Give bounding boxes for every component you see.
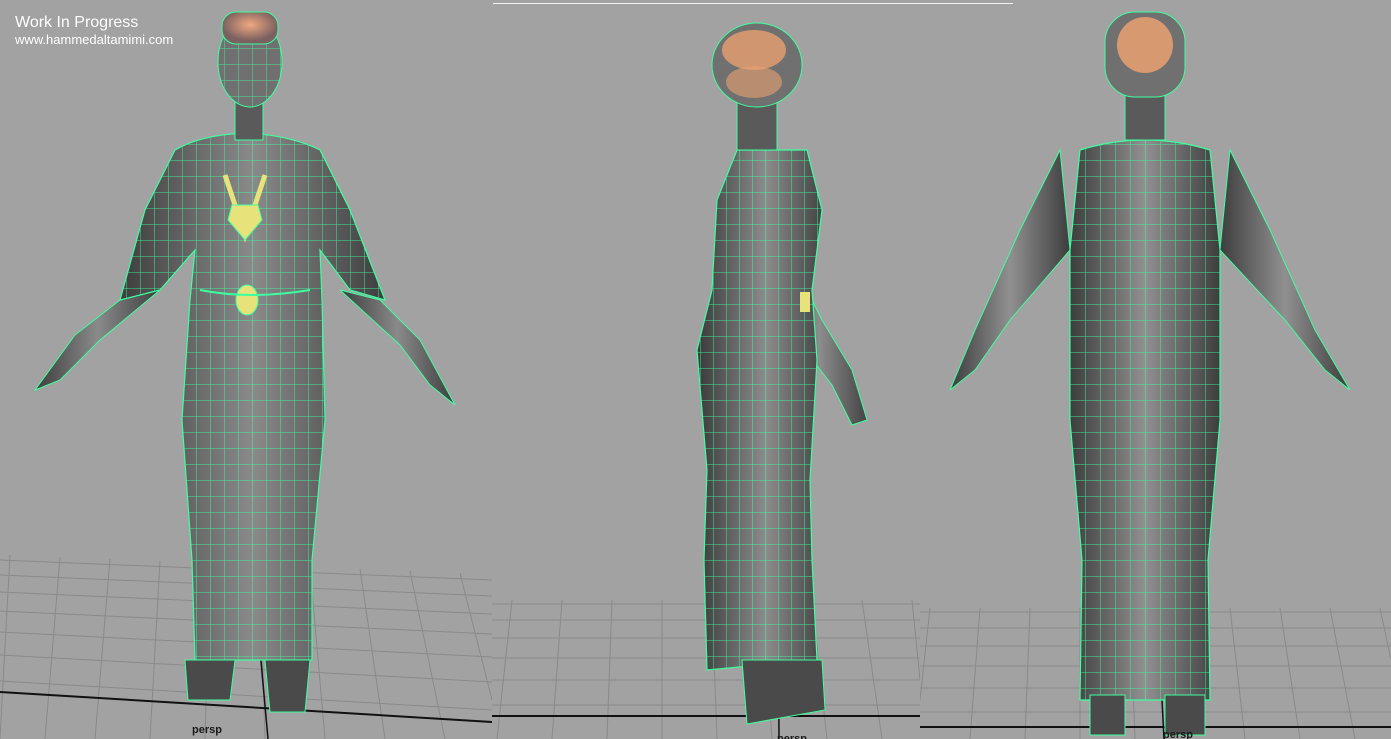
character-back [949, 11, 1351, 736]
viewport-border-highlight [493, 3, 1013, 4]
wip-title: Work In Progress [15, 14, 139, 31]
viewport-front[interactable]: persp [0, 0, 492, 739]
camera-label-side: persp [777, 733, 807, 739]
character-front [33, 11, 456, 713]
camera-label-back: persp [1163, 729, 1193, 739]
front-view-canvas [0, 11, 492, 739]
character-side [696, 22, 868, 725]
viewport-side[interactable]: persp [492, 0, 920, 739]
axis-line [0, 691, 492, 723]
website-url: www.hammedaltamimi.com [15, 32, 174, 47]
side-view-canvas [492, 22, 920, 739]
viewport-back[interactable]: persp [920, 0, 1391, 739]
camera-label-front: persp [192, 724, 222, 736]
watermark: Work In Progress www.hammedaltamimi.com [15, 13, 173, 47]
back-view-canvas [920, 11, 1391, 739]
